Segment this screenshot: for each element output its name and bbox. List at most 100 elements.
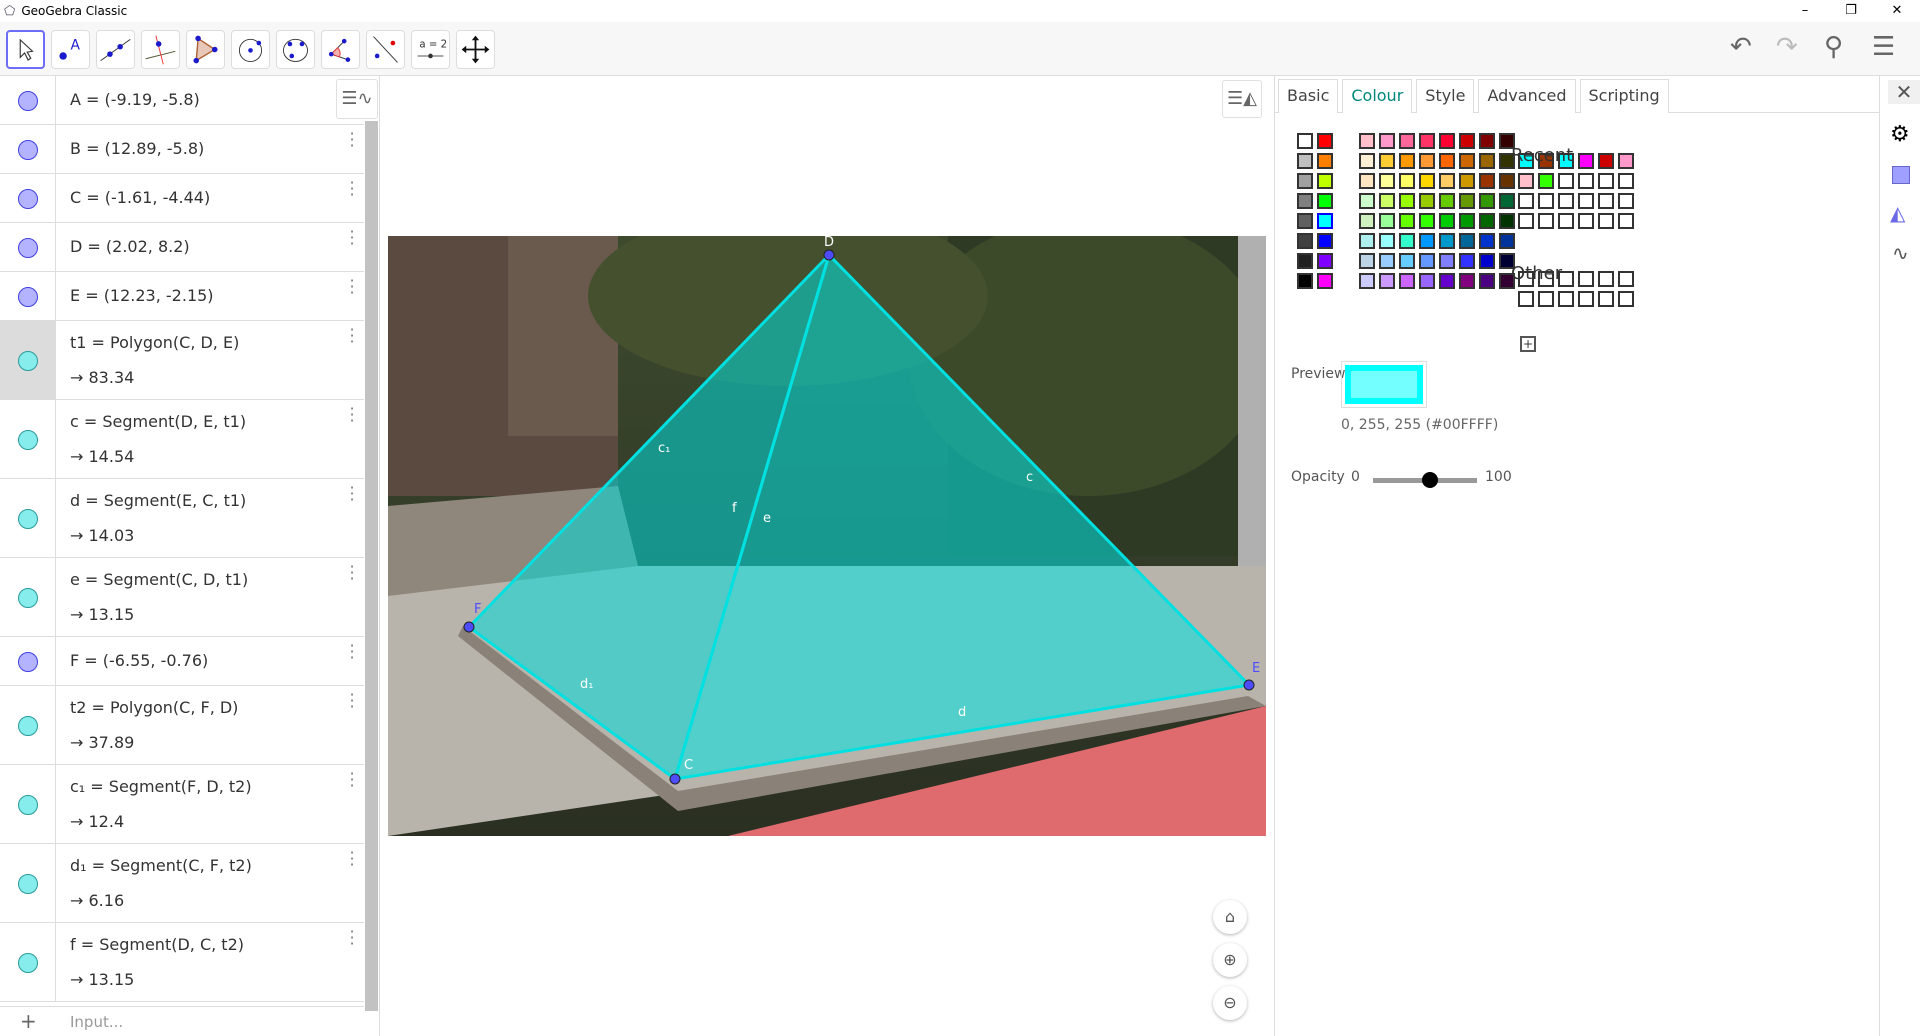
algebra-input-row[interactable]: + Input... xyxy=(0,1006,364,1036)
point-D[interactable]: D xyxy=(823,235,835,261)
colour-swatch[interactable] xyxy=(1297,193,1313,209)
visibility-marker-icon[interactable] xyxy=(18,90,38,111)
visibility-toggle[interactable] xyxy=(0,321,56,399)
colour-swatch[interactable] xyxy=(1499,233,1515,249)
visibility-toggle[interactable] xyxy=(0,400,56,478)
colour-swatch[interactable] xyxy=(1419,273,1435,289)
visibility-marker-icon[interactable] xyxy=(18,139,38,160)
algebra-definition[interactable]: E = (12.23, -2.15) xyxy=(70,286,214,305)
algebra-scrollbar[interactable] xyxy=(365,121,378,1011)
colour-swatch[interactable] xyxy=(1419,173,1435,189)
more-options-icon[interactable]: · · · xyxy=(348,638,356,666)
colour-swatch[interactable] xyxy=(1317,273,1333,289)
colour-swatch[interactable] xyxy=(1399,253,1415,269)
line-tool[interactable] xyxy=(96,30,135,69)
colour-swatch[interactable] xyxy=(1479,133,1495,149)
colour-swatch[interactable] xyxy=(1359,213,1375,229)
algebra-definition[interactable]: A = (-9.19, -5.8) xyxy=(70,90,200,109)
colour-swatch[interactable] xyxy=(1479,153,1495,169)
algebra-definition[interactable]: e = Segment(C, D, t1) xyxy=(70,570,248,589)
visibility-toggle[interactable] xyxy=(0,558,56,636)
colour-swatch[interactable] xyxy=(1598,153,1614,169)
visibility-marker-icon[interactable] xyxy=(18,286,38,307)
add-custom-colour-button[interactable]: + xyxy=(1520,336,1536,352)
colour-swatch[interactable] xyxy=(1317,133,1333,149)
opacity-slider[interactable] xyxy=(1373,472,1477,488)
algebra-row-t2[interactable]: t2 = Polygon(C, F, D) → 37.89 · · · xyxy=(0,686,364,765)
colour-swatch[interactable] xyxy=(1578,153,1594,169)
colour-swatch[interactable] xyxy=(1518,291,1534,307)
algebra-definition[interactable]: c₁ = Segment(F, D, t2) xyxy=(70,777,252,796)
colour-swatch[interactable] xyxy=(1618,271,1634,287)
colour-swatch[interactable] xyxy=(1379,233,1395,249)
colour-swatch[interactable] xyxy=(1317,193,1333,209)
colour-swatch[interactable] xyxy=(1439,133,1455,149)
colour-swatch[interactable] xyxy=(1379,253,1395,269)
colour-swatch[interactable] xyxy=(1439,213,1455,229)
algebra-style-bar-toggle[interactable]: ☰∿ xyxy=(336,79,378,119)
perpendicular-line-tool[interactable] xyxy=(141,30,180,69)
colour-swatch[interactable] xyxy=(1618,291,1634,307)
colour-swatch[interactable] xyxy=(1379,193,1395,209)
home-button[interactable]: ⌂ xyxy=(1213,900,1247,934)
move-graphics-tool[interactable] xyxy=(456,30,495,69)
colour-swatch[interactable] xyxy=(1317,213,1333,229)
graphics-icon[interactable] xyxy=(1892,166,1910,184)
construction-canvas[interactable]: D C E F c d e f c₁ d₁ xyxy=(388,76,1266,1036)
colour-swatch[interactable] xyxy=(1419,193,1435,209)
zoom-in-button[interactable]: ⊕ xyxy=(1213,943,1247,977)
colour-swatch[interactable] xyxy=(1479,173,1495,189)
visibility-toggle[interactable] xyxy=(0,223,56,271)
colour-swatch[interactable] xyxy=(1578,193,1594,209)
colour-swatch[interactable] xyxy=(1459,133,1475,149)
opacity-slider-handle[interactable] xyxy=(1422,472,1439,488)
algebra-definition[interactable]: t2 = Polygon(C, F, D) xyxy=(70,698,238,717)
colour-swatch[interactable] xyxy=(1399,213,1415,229)
colour-swatch[interactable] xyxy=(1578,173,1594,189)
colour-swatch[interactable] xyxy=(1439,193,1455,209)
algebra-row-C[interactable]: C = (-1.61, -4.44) · · · xyxy=(0,174,364,223)
point-tool[interactable]: A xyxy=(51,30,90,69)
colour-swatch[interactable] xyxy=(1379,153,1395,169)
colour-swatch[interactable] xyxy=(1618,213,1634,229)
visibility-marker-icon[interactable] xyxy=(18,350,38,371)
colour-swatch[interactable] xyxy=(1379,273,1395,289)
algebra-row-c1[interactable]: c₁ = Segment(F, D, t2) → 12.4 · · · xyxy=(0,765,364,844)
point-E[interactable]: E xyxy=(1243,661,1260,691)
search-button[interactable]: ⚲ xyxy=(1824,32,1843,62)
colour-swatch[interactable] xyxy=(1297,253,1313,269)
colour-swatch[interactable] xyxy=(1459,233,1475,249)
slider-tool[interactable]: a = 2 xyxy=(411,30,450,69)
colour-swatch[interactable] xyxy=(1379,173,1395,189)
colour-swatch[interactable] xyxy=(1297,273,1313,289)
algebra-row-B[interactable]: B = (12.89, -5.8) · · · xyxy=(0,125,364,174)
zoom-out-button[interactable]: ⊖ xyxy=(1213,986,1247,1020)
algebra-row-t1[interactable]: t1 = Polygon(C, D, E) → 83.34 · · · xyxy=(0,321,364,400)
algebra-definition[interactable]: C = (-1.61, -4.44) xyxy=(70,188,210,207)
colour-swatch[interactable] xyxy=(1419,233,1435,249)
algebra-definition[interactable]: f = Segment(D, C, t2) xyxy=(70,935,244,954)
tab-scripting[interactable]: Scripting xyxy=(1579,79,1669,113)
more-options-icon[interactable]: · · · xyxy=(348,480,356,508)
algebra-row-c[interactable]: c = Segment(D, E, t1) → 14.54 · · · xyxy=(0,400,364,479)
colour-swatch[interactable] xyxy=(1359,193,1375,209)
colour-swatch[interactable] xyxy=(1479,233,1495,249)
colour-swatch[interactable] xyxy=(1359,273,1375,289)
visibility-marker-icon[interactable] xyxy=(18,873,38,894)
more-options-icon[interactable]: · · · xyxy=(348,126,356,154)
visibility-marker-icon[interactable] xyxy=(18,952,38,973)
colour-swatch[interactable] xyxy=(1618,173,1634,189)
move-tool[interactable] xyxy=(6,30,45,69)
algebra-definition[interactable]: D = (2.02, 8.2) xyxy=(70,237,190,256)
tab-colour[interactable]: Colour xyxy=(1342,79,1413,113)
visibility-marker-icon[interactable] xyxy=(18,237,38,258)
colour-swatch[interactable] xyxy=(1598,193,1614,209)
colour-swatch[interactable] xyxy=(1558,213,1574,229)
colour-swatch[interactable] xyxy=(1518,173,1534,189)
colour-swatch[interactable] xyxy=(1459,253,1475,269)
algebra-row-d1[interactable]: d₁ = Segment(C, F, t2) → 6.16 · · · xyxy=(0,844,364,923)
colour-swatch[interactable] xyxy=(1479,273,1495,289)
colour-swatch[interactable] xyxy=(1499,213,1515,229)
colour-swatch[interactable] xyxy=(1499,193,1515,209)
colour-swatch[interactable] xyxy=(1399,153,1415,169)
